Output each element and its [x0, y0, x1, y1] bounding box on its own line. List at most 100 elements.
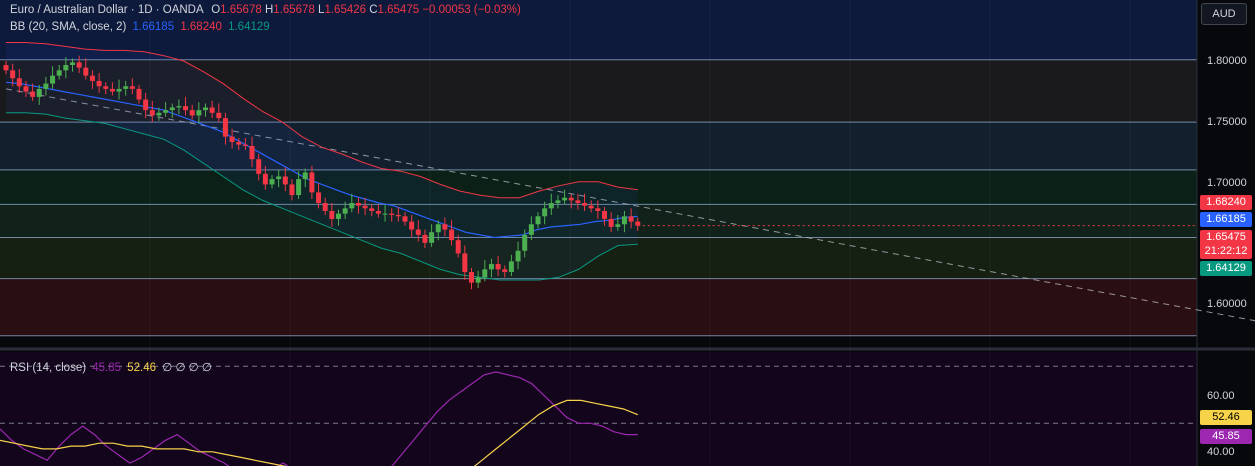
- ohlc-h-value: 1.65678: [273, 4, 315, 16]
- basis-tag: 1.66185: [1200, 212, 1252, 227]
- price-axis-label: 1.80000: [1207, 55, 1247, 67]
- countdown-timer: 21:22:12: [1204, 245, 1248, 257]
- candle-body: [43, 83, 49, 89]
- price-axis-label: 1.70000: [1207, 177, 1247, 189]
- candle-body: [316, 192, 322, 204]
- candle-body: [156, 112, 162, 116]
- candle-body: [203, 107, 208, 111]
- candle-body: [429, 232, 435, 243]
- candle-body: [249, 145, 255, 160]
- candle-body: [63, 65, 69, 71]
- candle-body: [621, 216, 627, 225]
- candle-body: [395, 214, 401, 217]
- candle-body: [582, 203, 588, 206]
- rsi-ma-tag: 52.46: [1200, 410, 1252, 425]
- candle-body: [369, 208, 375, 211]
- price-axis-label: 1.75000: [1207, 116, 1247, 128]
- candle-body: [10, 70, 16, 79]
- candle-body: [209, 107, 215, 113]
- price-zone: [0, 278, 1197, 336]
- rsi-axis-label: 60.00: [1207, 390, 1235, 402]
- candle-body: [242, 144, 248, 146]
- candle-body: [329, 210, 335, 219]
- candle-body: [469, 272, 474, 283]
- candle-body: [389, 213, 395, 215]
- candle-body: [362, 205, 368, 209]
- candle-body: [109, 88, 115, 92]
- candle-body: [103, 86, 109, 89]
- candle-body: [236, 141, 242, 145]
- candle-body: [382, 213, 388, 215]
- candle-body: [422, 234, 428, 243]
- candle-body: [50, 75, 56, 84]
- candle-body: [76, 62, 82, 68]
- candle-body: [635, 221, 641, 226]
- rsi-axis-label: 40.00: [1207, 446, 1235, 458]
- candle-body: [628, 216, 634, 222]
- candle-body: [528, 224, 534, 235]
- symbol-title: Euro / Australian Dollar · 1D · OANDA: [10, 4, 204, 16]
- bb-legend[interactable]: BB (20, SMA, close, 2) 1.66185 1.68240 1…: [10, 21, 270, 33]
- candle-body: [615, 224, 621, 227]
- close-price-tag: 1.65475 21:22:12: [1200, 230, 1252, 259]
- candle-body: [355, 203, 361, 206]
- rsi-label: RSI (14, close): [10, 362, 87, 374]
- candle-body: [136, 88, 142, 100]
- candle-body: [522, 234, 528, 251]
- candle-body: [222, 118, 228, 137]
- candle-body: [475, 277, 481, 283]
- candle-body: [535, 216, 541, 225]
- candle-body: [229, 136, 235, 142]
- candle-body: [169, 107, 175, 111]
- ohlc-o-value: 1.65678: [220, 4, 262, 16]
- candle-body: [542, 208, 548, 217]
- candle-body: [123, 86, 129, 89]
- ohlc-o-label: O: [211, 4, 221, 16]
- candle-body: [568, 197, 574, 201]
- candle-body: [296, 179, 302, 196]
- bb-basis-value: 1.66185: [132, 21, 175, 33]
- candle-body: [442, 224, 448, 230]
- candle-body: [602, 210, 607, 219]
- candle-body: [96, 80, 102, 87]
- candle-body: [36, 88, 42, 97]
- chart-canvas[interactable]: [0, 0, 1255, 466]
- candle-body: [595, 208, 601, 211]
- ohlc-c-value: 1.65475: [377, 4, 420, 16]
- candle-body: [508, 261, 514, 273]
- candle-body: [555, 200, 561, 204]
- candle-body: [70, 62, 75, 66]
- candle-body: [30, 91, 36, 97]
- candle-body: [588, 205, 594, 209]
- candle-body: [415, 229, 421, 235]
- ohlc-c-label: C: [369, 4, 378, 16]
- candle-body: [149, 110, 155, 116]
- currency-button[interactable]: AUD: [1201, 3, 1247, 25]
- price-axis-label: 1.60000: [1207, 298, 1247, 310]
- bb-lower-value: 1.64129: [228, 21, 270, 33]
- candle-body: [575, 200, 581, 204]
- candle-body: [256, 159, 262, 174]
- candle-body: [129, 86, 135, 89]
- candle-body: [143, 99, 149, 111]
- ohlc-change: −0.00053 (−0.03%): [422, 4, 521, 16]
- candle-body: [322, 203, 328, 211]
- candle-body: [3, 65, 9, 71]
- candle-body: [502, 269, 508, 273]
- candle-body: [262, 173, 268, 185]
- candle-body: [116, 88, 122, 92]
- candle-body: [375, 210, 381, 214]
- rsi-legend[interactable]: RSI (14, close) 45.85 52.46 ∅ ∅ ∅ ∅: [10, 360, 212, 374]
- candle-body: [548, 203, 554, 209]
- candle-body: [482, 269, 488, 278]
- candle-body: [282, 176, 288, 185]
- bb-label: BB (20, SMA, close, 2): [10, 21, 127, 33]
- rsi-ma-value: 52.46: [127, 362, 157, 374]
- candle-body: [495, 264, 501, 270]
- candle-body: [608, 218, 614, 227]
- candle-body: [56, 70, 62, 76]
- candle-body: [83, 67, 89, 76]
- candle-body: [276, 176, 282, 180]
- close-price-value: 1.65475: [1206, 231, 1246, 243]
- candle-body: [176, 106, 182, 108]
